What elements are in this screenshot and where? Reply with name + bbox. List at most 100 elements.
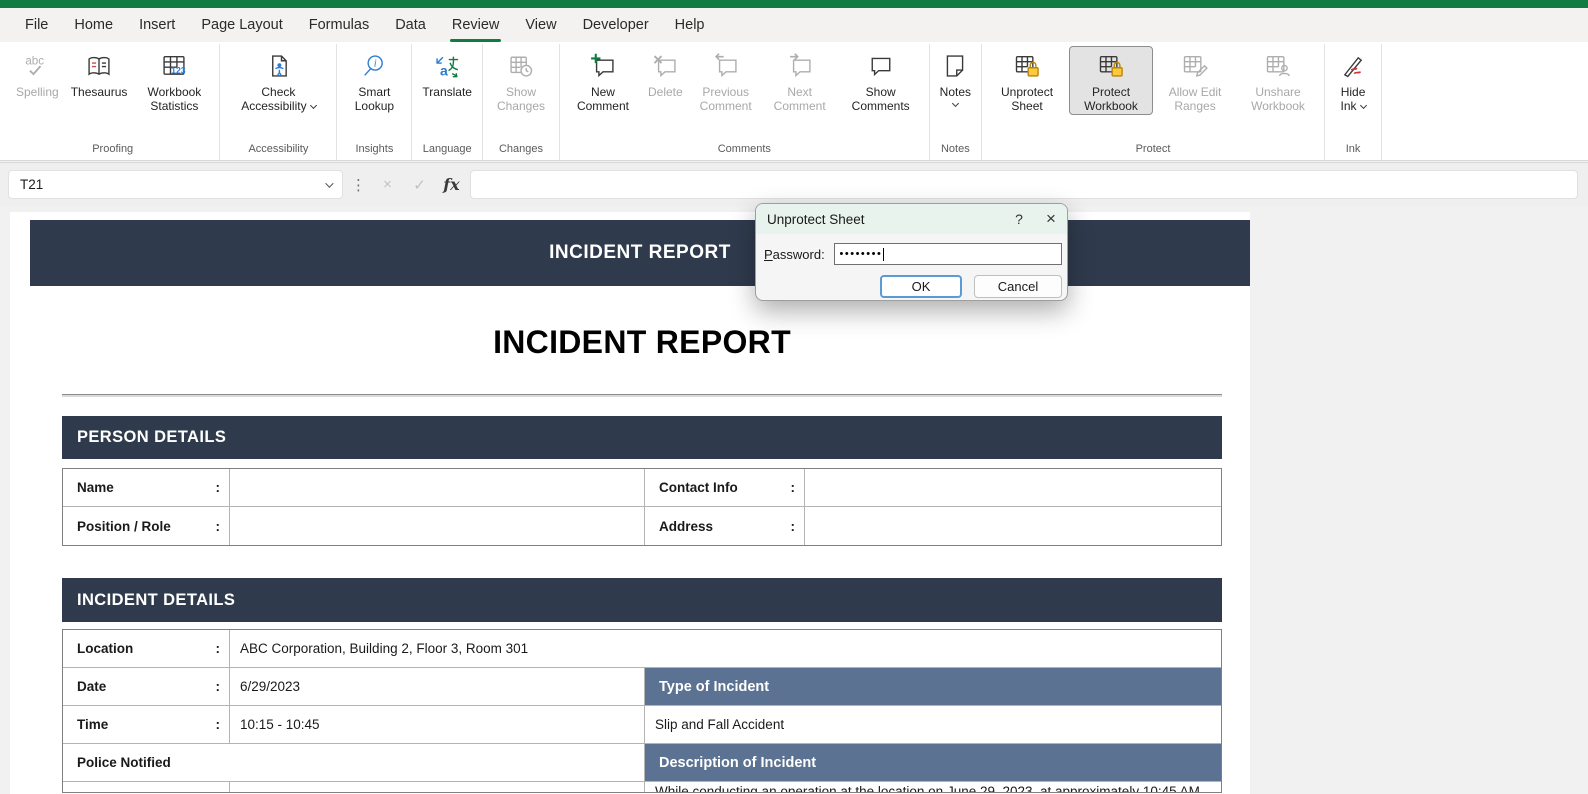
excel-title-bar <box>0 0 1588 8</box>
empty-cell[interactable] <box>230 782 645 792</box>
svg-text:a: a <box>440 62 448 78</box>
group-proofing: abc Spelling Thesaurus 123 Workbook Stat… <box>6 44 220 160</box>
type-of-incident-value-cell[interactable]: Slip and Fall Accident <box>645 706 1221 744</box>
position-role-label-cell[interactable]: Position / Role: <box>63 507 230 545</box>
password-dots: •••••••• <box>840 248 883 260</box>
close-icon[interactable]: × <box>1035 204 1067 234</box>
time-label-cell[interactable]: Time: <box>63 706 230 744</box>
description-header-cell[interactable]: Description of Incident <box>645 744 1221 782</box>
location-label-cell[interactable]: Location: <box>63 630 230 668</box>
ok-button[interactable]: OK <box>880 275 962 298</box>
name-label-cell[interactable]: Name: <box>63 469 230 507</box>
password-label: Password: <box>764 247 834 262</box>
name-box[interactable]: T21 <box>8 170 343 199</box>
chevron-down-icon <box>952 100 959 107</box>
table-row: Time: 10:15 - 10:45 Slip and Fall Accide… <box>63 706 1221 744</box>
contact-info-label-cell[interactable]: Contact Info: <box>645 469 805 507</box>
date-label-cell[interactable]: Date: <box>63 668 230 706</box>
time-value-cell[interactable]: 10:15 - 10:45 <box>230 706 645 744</box>
chevron-down-icon <box>310 102 317 109</box>
group-label-notes: Notes <box>935 140 976 159</box>
help-icon[interactable]: ? <box>1003 204 1035 234</box>
hide-ink-button[interactable]: Hide Ink <box>1330 46 1376 115</box>
type-of-incident-header-cell[interactable]: Type of Incident <box>645 668 1221 706</box>
more-options-icon: ⋮ <box>348 176 369 194</box>
spelling-button: abc Spelling <box>11 46 64 101</box>
police-notified-value-cell[interactable] <box>63 782 230 792</box>
tab-review[interactable]: Review <box>439 8 513 42</box>
cancel-button[interactable]: Cancel <box>974 275 1062 298</box>
tab-page-layout[interactable]: Page Layout <box>188 8 295 42</box>
formula-input[interactable] <box>470 170 1578 199</box>
page-title[interactable]: INCIDENT REPORT <box>62 324 1222 361</box>
incident-details-header[interactable]: INCIDENT DETAILS <box>62 578 1222 622</box>
allow-edit-ranges-icon <box>1180 51 1210 81</box>
thesaurus-icon <box>84 51 114 81</box>
group-label-protect: Protect <box>987 140 1319 159</box>
allow-edit-ranges-button: Allow Edit Ranges <box>1155 46 1235 115</box>
dialog-buttons: OK Cancel <box>756 265 1067 298</box>
tab-help[interactable]: Help <box>662 8 718 42</box>
next-comment-button: Next Comment <box>764 46 836 115</box>
svg-text:123: 123 <box>171 66 186 76</box>
group-changes: Show Changes Changes <box>483 44 560 160</box>
previous-comment-button: Previous Comment <box>690 46 762 115</box>
unprotect-sheet-dialog: Unprotect Sheet ? × Password: •••••••• O… <box>755 203 1068 301</box>
table-row: Date: 6/29/2023 Type of Incident <box>63 668 1221 706</box>
notes-button[interactable]: Notes <box>935 46 976 108</box>
workbook-statistics-icon: 123 <box>159 51 189 81</box>
translate-button[interactable]: a Translate <box>417 46 477 101</box>
delete-comment-icon <box>650 51 680 81</box>
tab-file[interactable]: File <box>12 8 61 42</box>
group-label-comments: Comments <box>565 140 924 159</box>
tab-view[interactable]: View <box>512 8 569 42</box>
address-value-cell[interactable] <box>805 507 1221 545</box>
date-value-cell[interactable]: 6/29/2023 <box>230 668 645 706</box>
chevron-down-icon <box>1359 102 1366 109</box>
group-accessibility: Check Accessibility Accessibility <box>220 44 337 160</box>
name-value-cell[interactable] <box>230 469 645 507</box>
svg-text:i: i <box>374 59 377 70</box>
new-comment-button[interactable]: New Comment <box>565 46 641 115</box>
title-divider <box>62 394 1222 397</box>
table-row: While conducting an operation at the loc… <box>63 782 1221 792</box>
insert-function-icon[interactable]: fx <box>438 171 465 198</box>
address-label-cell[interactable]: Address: <box>645 507 805 545</box>
position-role-value-cell[interactable] <box>230 507 645 545</box>
group-notes: Notes Notes <box>930 44 982 160</box>
protect-workbook-icon <box>1096 51 1126 81</box>
police-notified-label-cell[interactable]: Police Notified <box>63 744 645 782</box>
person-details-header[interactable]: PERSON DETAILS <box>62 416 1222 459</box>
description-value-cell[interactable]: While conducting an operation at the loc… <box>645 782 1221 792</box>
table-row: Location: ABC Corporation, Building 2, F… <box>63 630 1221 668</box>
workbook-statistics-button[interactable]: 123 Workbook Statistics <box>134 46 214 115</box>
tab-formulas[interactable]: Formulas <box>296 8 382 42</box>
previous-comment-icon <box>711 51 741 81</box>
delete-comment-button: Delete <box>643 46 688 101</box>
cancel-entry-icon: × <box>374 171 401 198</box>
group-label-accessibility: Accessibility <box>225 140 331 159</box>
smart-lookup-button[interactable]: i Smart Lookup <box>342 46 406 115</box>
show-comments-button[interactable]: Show Comments <box>838 46 924 115</box>
thesaurus-button[interactable]: Thesaurus <box>66 46 133 101</box>
incident-details-table: Location: ABC Corporation, Building 2, F… <box>62 629 1222 793</box>
protect-workbook-button[interactable]: Protect Workbook <box>1069 46 1153 115</box>
contact-info-value-cell[interactable] <box>805 469 1221 507</box>
group-comments: New Comment Delete Previous Comment Next… <box>560 44 930 160</box>
check-accessibility-button[interactable]: Check Accessibility <box>225 46 331 115</box>
group-insights: i Smart Lookup Insights <box>337 44 412 160</box>
group-label-insights: Insights <box>342 140 406 159</box>
tab-home[interactable]: Home <box>61 8 126 42</box>
unprotect-sheet-button[interactable]: Unprotect Sheet <box>987 46 1067 115</box>
hide-ink-icon <box>1338 51 1368 81</box>
tab-insert[interactable]: Insert <box>126 8 188 42</box>
tab-data[interactable]: Data <box>382 8 439 42</box>
location-value-cell[interactable]: ABC Corporation, Building 2, Floor 3, Ro… <box>230 630 1221 668</box>
dialog-title: Unprotect Sheet <box>767 212 865 227</box>
table-row: Name: Contact Info: <box>63 469 1221 507</box>
ribbon: abc Spelling Thesaurus 123 Workbook Stat… <box>0 42 1588 161</box>
password-input[interactable]: •••••••• <box>834 243 1062 265</box>
tab-developer[interactable]: Developer <box>570 8 662 42</box>
show-changes-button: Show Changes <box>488 46 554 115</box>
notes-icon <box>940 51 970 81</box>
